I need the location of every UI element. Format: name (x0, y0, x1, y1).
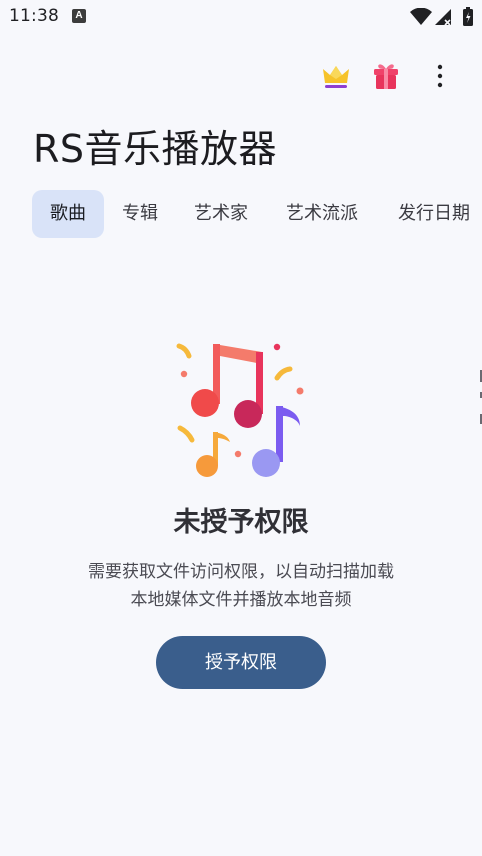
description-line: 本地媒体文件并播放本地音频 (130, 590, 352, 610)
tab-release-date[interactable]: 发行日期 (398, 190, 470, 238)
notification-app-icon: A (72, 9, 86, 23)
tab-songs[interactable]: 歌曲 (32, 190, 104, 238)
category-tabs: 歌曲 专辑 艺术家 艺术流派 发行日期 (32, 190, 482, 238)
status-indicators (410, 6, 476, 28)
empty-state-description: 需要获取文件访问权限，以自动扫描加载 本地媒体文件并播放本地音频 (0, 558, 482, 614)
crown-icon[interactable] (318, 58, 354, 94)
grant-permission-button[interactable]: 授予权限 (156, 636, 326, 689)
tab-genres[interactable]: 艺术流派 (286, 190, 358, 238)
tab-albums[interactable]: 专辑 (122, 190, 158, 238)
status-time: 11:38 (9, 6, 59, 26)
wifi-icon (410, 8, 432, 25)
battery-icon (463, 7, 473, 26)
more-vert-icon[interactable] (422, 58, 458, 94)
empty-state-title: 未授予权限 (173, 507, 309, 538)
header-actions (318, 58, 458, 94)
status-bar: 11:38 A (0, 0, 482, 34)
app-title: RS音乐播放器 (33, 127, 278, 171)
cellular-signal-icon (435, 9, 451, 26)
tab-artists[interactable]: 艺术家 (194, 190, 248, 238)
gift-icon[interactable] (368, 58, 404, 94)
music-notes-icon (176, 343, 304, 477)
description-line: 需要获取文件访问权限，以自动扫描加载 (88, 562, 394, 582)
